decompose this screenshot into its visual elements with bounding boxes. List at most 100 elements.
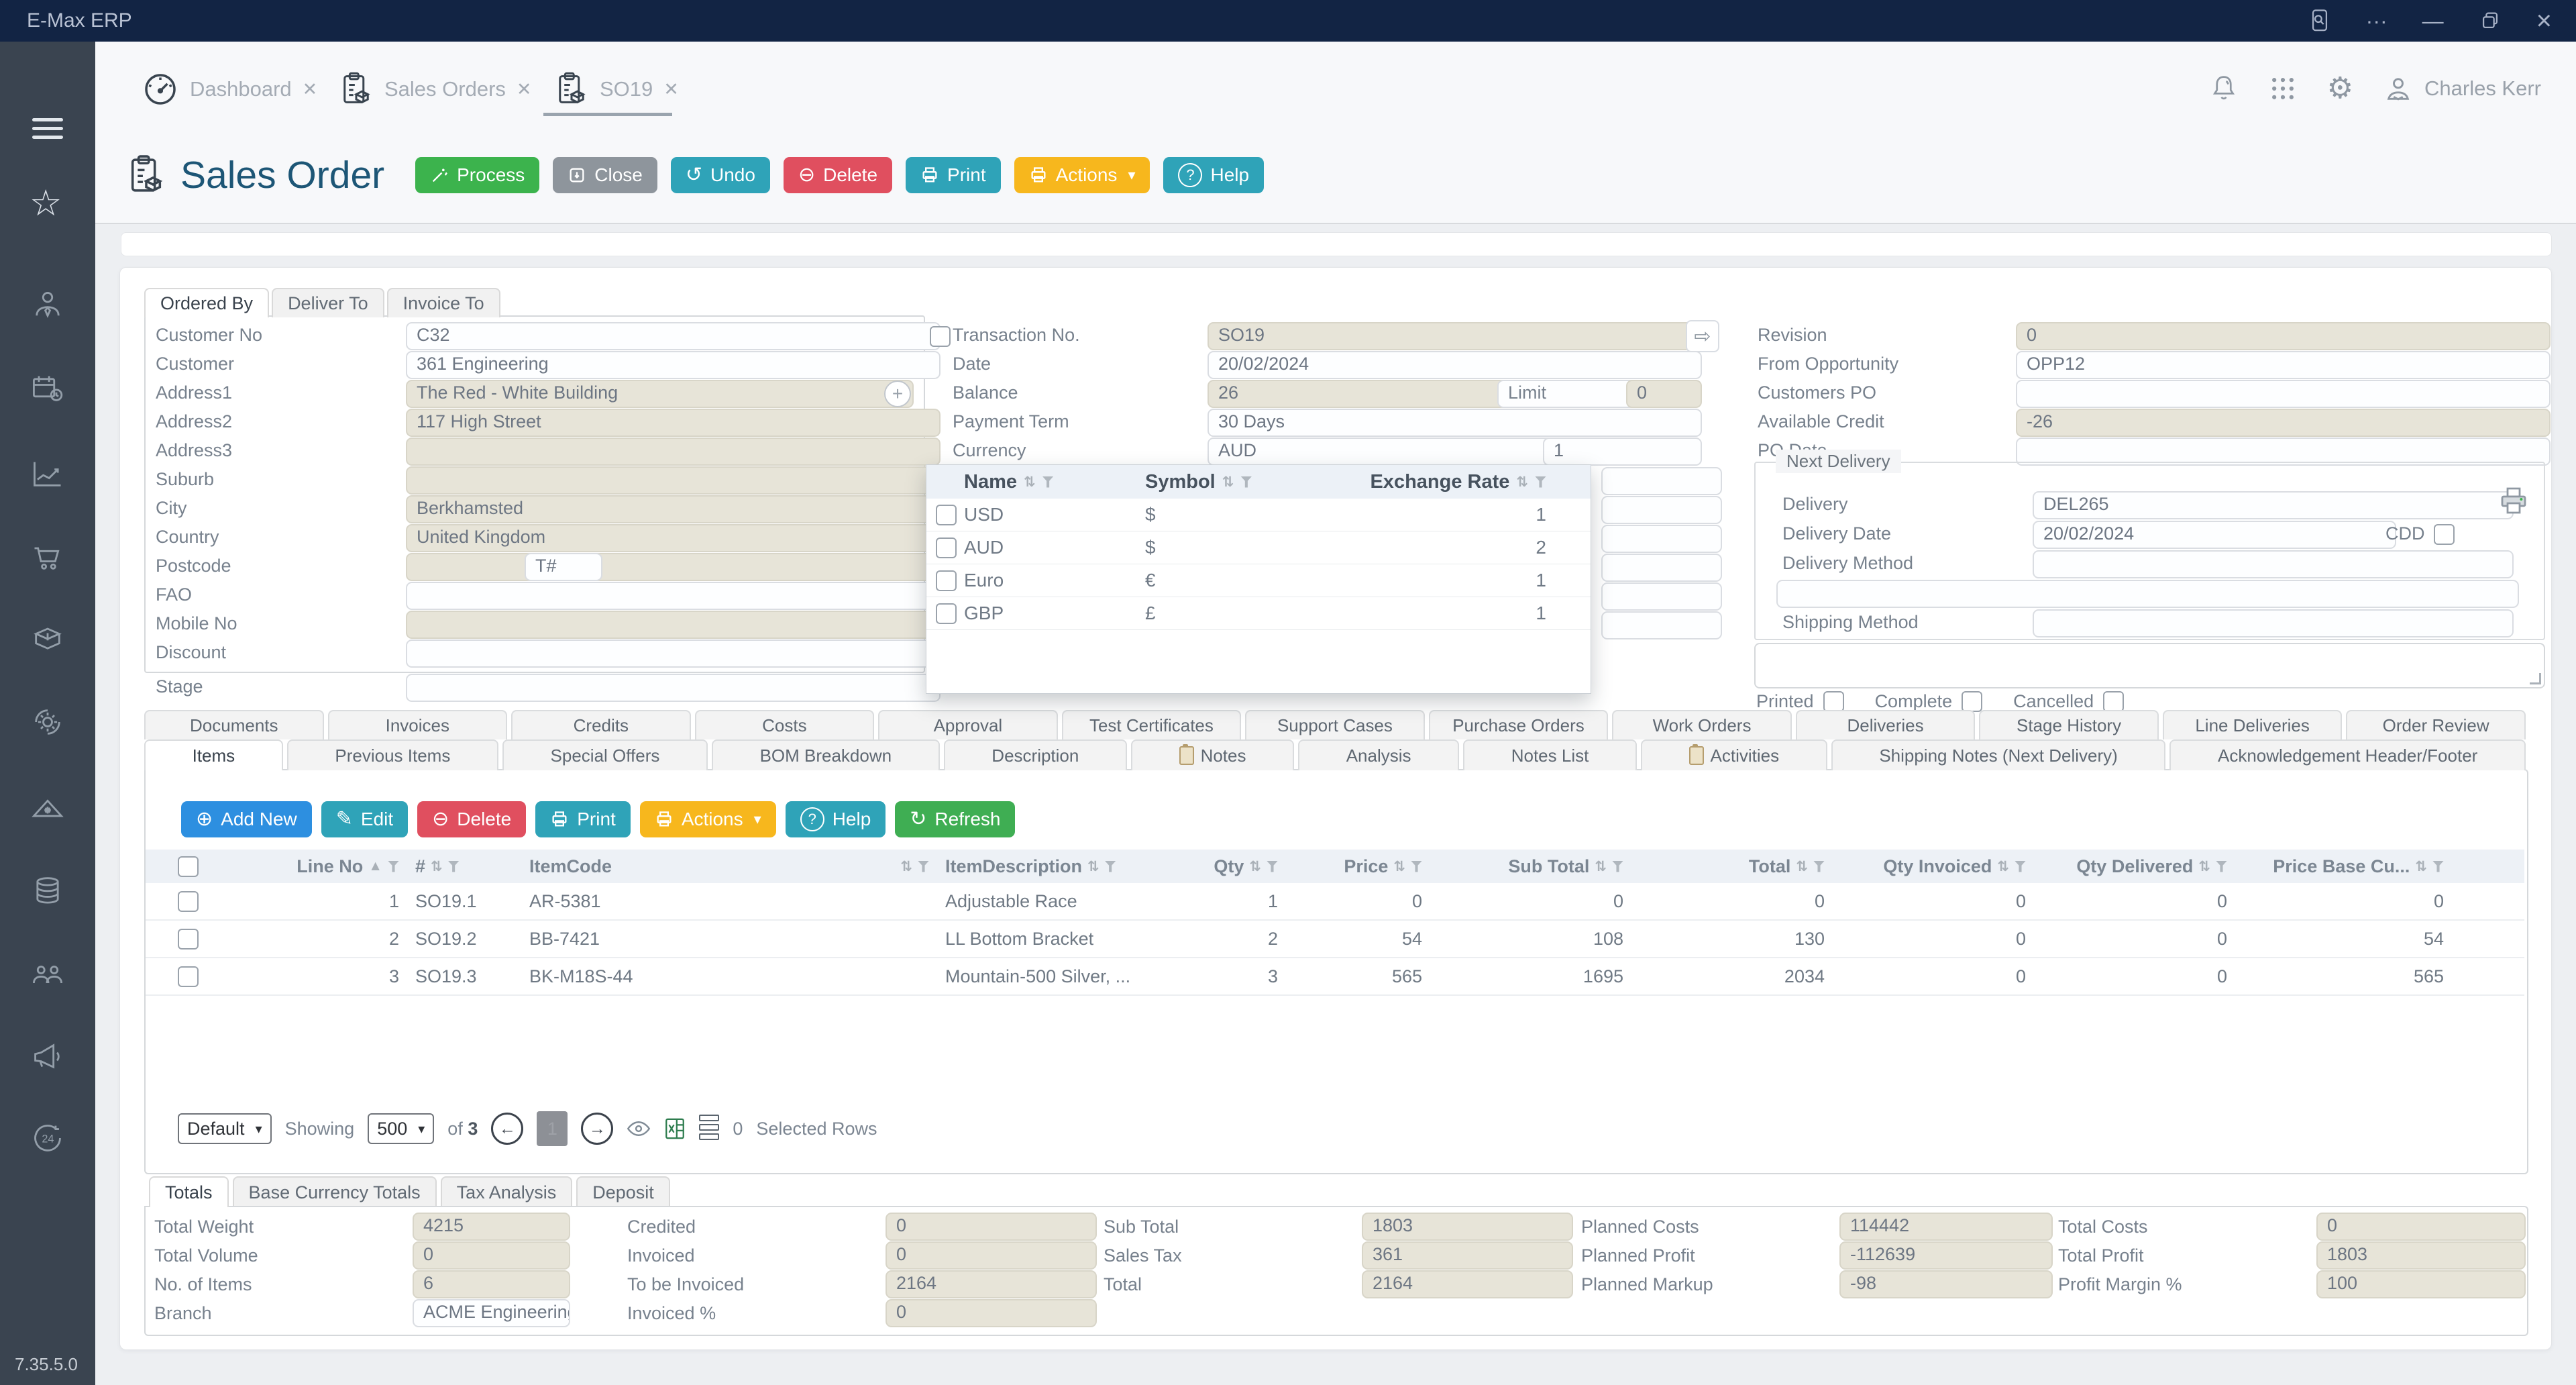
- tab-so19[interactable]: SO19 ✕: [554, 68, 679, 110]
- close-window-icon[interactable]: ×: [2536, 7, 2552, 34]
- tab-deliver-to[interactable]: Deliver To: [272, 288, 384, 317]
- item-row[interactable]: 3 SO19.3 BK-M18S-44 Mountain-500 Silver,…: [146, 958, 2524, 996]
- suburb-field[interactable]: [406, 466, 941, 495]
- tab-sales-orders[interactable]: Sales Orders ✕: [339, 68, 532, 110]
- user-avatar-icon[interactable]: [2383, 73, 2414, 104]
- currency-field[interactable]: AUD: [1208, 438, 1558, 466]
- item-tab[interactable]: Previous Items: [287, 739, 498, 770]
- totals-value-field[interactable]: 0: [885, 1299, 1097, 1327]
- edit-button[interactable]: ✎Edit: [321, 801, 408, 837]
- filter-funnel-icon[interactable]: [1612, 861, 1623, 872]
- filter-funnel-icon[interactable]: [2015, 861, 2026, 872]
- totals-value-field[interactable]: 0: [413, 1241, 570, 1270]
- totals-value-field[interactable]: 1803: [1362, 1213, 1573, 1241]
- item-tab[interactable]: Acknowledgement Header/Footer: [2169, 739, 2526, 770]
- currency-row[interactable]: USD $ 1: [926, 499, 1591, 531]
- section-tab[interactable]: Invoices: [328, 710, 508, 739]
- tab-ordered-by[interactable]: Ordered By: [144, 288, 269, 317]
- item-tab[interactable]: Shipping Notes (Next Delivery): [1831, 739, 2166, 770]
- column-header-exchange-rate[interactable]: Exchange Rate⇅: [1353, 471, 1587, 493]
- filter-funnel-icon[interactable]: [448, 861, 460, 872]
- totals-value-field[interactable]: 2164: [885, 1270, 1097, 1298]
- item-actions-button[interactable]: Actions▾: [640, 801, 776, 837]
- row-density-icon[interactable]: [699, 1115, 719, 1143]
- row-checkbox[interactable]: [178, 891, 199, 912]
- totals-value-field[interactable]: -112639: [1839, 1241, 2053, 1270]
- totals-value-field[interactable]: 1803: [2316, 1241, 2526, 1270]
- currency-row[interactable]: Euro € 1: [926, 564, 1591, 597]
- item-tab[interactable]: Activities: [1641, 739, 1827, 770]
- engineering-gear-icon[interactable]: [30, 705, 65, 739]
- revision-field[interactable]: 0: [2016, 322, 2551, 350]
- delivery-notes-field[interactable]: [1776, 580, 2519, 608]
- tab-deposit[interactable]: Deposit: [576, 1176, 670, 1207]
- item-tab[interactable]: Analysis: [1298, 739, 1459, 770]
- filter-funnel-icon[interactable]: [2216, 861, 2227, 872]
- totals-value-field[interactable]: 114442: [1839, 1213, 2053, 1241]
- delivery-method-field[interactable]: [2033, 550, 2514, 578]
- filter-funnel-icon[interactable]: [2432, 861, 2444, 872]
- dispatch-box-icon[interactable]: [30, 620, 65, 655]
- row-checkbox[interactable]: [936, 603, 957, 624]
- totals-value-field[interactable]: ACME Engineering: [413, 1299, 570, 1327]
- totals-value-field[interactable]: 0: [2316, 1213, 2526, 1241]
- totals-value-field[interactable]: 2164: [1362, 1270, 1573, 1298]
- page-size-select[interactable]: 500▾: [368, 1113, 434, 1144]
- filter-funnel-icon[interactable]: [1813, 861, 1825, 872]
- print-items-button[interactable]: Print: [535, 801, 631, 837]
- tab-base-currency-totals[interactable]: Base Currency Totals: [233, 1176, 437, 1207]
- select-all-checkbox[interactable]: [178, 856, 199, 877]
- menu-hamburger-icon[interactable]: [32, 118, 63, 144]
- support-24h-icon[interactable]: 24: [30, 1121, 65, 1156]
- column-header-qty[interactable]: Qty⇅: [1199, 856, 1286, 877]
- filter-funnel-icon[interactable]: [1535, 476, 1546, 488]
- item-tab[interactable]: Notes: [1131, 739, 1294, 770]
- totals-value-field[interactable]: 361: [1362, 1241, 1573, 1270]
- collapsed-ribbon[interactable]: [121, 232, 2552, 256]
- cdd-checkbox[interactable]: [2434, 524, 2455, 545]
- totals-value-field[interactable]: 4215: [413, 1213, 570, 1241]
- column-header-price[interactable]: Price⇅: [1286, 856, 1430, 877]
- filter-funnel-icon[interactable]: [1267, 861, 1278, 872]
- tab-totals[interactable]: Totals: [149, 1176, 229, 1207]
- customers-icon[interactable]: [30, 287, 65, 322]
- column-header-total[interactable]: Total⇅: [1631, 856, 1833, 877]
- tab-tax-analysis[interactable]: Tax Analysis: [441, 1176, 573, 1207]
- address-add-icon[interactable]: +: [884, 380, 911, 407]
- close-tab-icon[interactable]: ✕: [663, 79, 679, 100]
- section-tab[interactable]: Credits: [511, 710, 691, 739]
- data-database-icon[interactable]: [30, 874, 65, 909]
- hr-people-icon[interactable]: [30, 957, 65, 992]
- flag-checkbox[interactable]: [2103, 691, 2124, 712]
- filter-funnel-icon[interactable]: [1042, 476, 1054, 488]
- totals-value-field[interactable]: -98: [1839, 1270, 2053, 1298]
- currency-row[interactable]: GBP £ 1: [926, 597, 1591, 630]
- section-tab[interactable]: Deliveries: [1796, 710, 1976, 739]
- delete-item-button[interactable]: ⊖Delete: [417, 801, 526, 837]
- goto-transaction-icon[interactable]: ⇨: [1686, 320, 1719, 352]
- column-header-symbol[interactable]: Symbol⇅: [1145, 471, 1353, 493]
- column-header-name[interactable]: Name⇅: [964, 471, 1145, 493]
- item-row[interactable]: 2 SO19.2 BB-7421 LL Bottom Bracket 2 54 …: [146, 921, 2524, 958]
- postcode-field[interactable]: [406, 553, 545, 581]
- flag-checkbox[interactable]: [1962, 691, 1982, 712]
- add-new-button[interactable]: ⊕Add New: [181, 801, 312, 837]
- postcode-suffix-field[interactable]: [582, 553, 941, 581]
- section-tab[interactable]: Approval: [878, 710, 1058, 739]
- close-button[interactable]: Close: [553, 157, 657, 193]
- fao-field[interactable]: [406, 582, 941, 610]
- customers-po-field[interactable]: [2016, 380, 2551, 408]
- customer-no-field[interactable]: C32: [406, 322, 941, 350]
- postcode-prefix-field[interactable]: T#: [525, 553, 602, 581]
- totals-value-field[interactable]: 6: [413, 1270, 570, 1298]
- stage-field[interactable]: [406, 674, 941, 702]
- mobile-no-field[interactable]: [406, 611, 941, 639]
- find-in-page-icon[interactable]: [2308, 7, 2331, 34]
- transaction-no-field[interactable]: SO19: [1208, 322, 1702, 350]
- limit-field[interactable]: 0: [1626, 380, 1702, 408]
- customer-no-checkbox[interactable]: [930, 326, 951, 347]
- item-row[interactable]: 1 SO19.1 AR-5381 Adjustable Race 1 0 0 0…: [146, 883, 2524, 921]
- shipping-method-field[interactable]: [2033, 609, 2514, 637]
- notifications-bell-icon[interactable]: [2209, 72, 2239, 105]
- more-menu-icon[interactable]: ···: [2366, 10, 2387, 32]
